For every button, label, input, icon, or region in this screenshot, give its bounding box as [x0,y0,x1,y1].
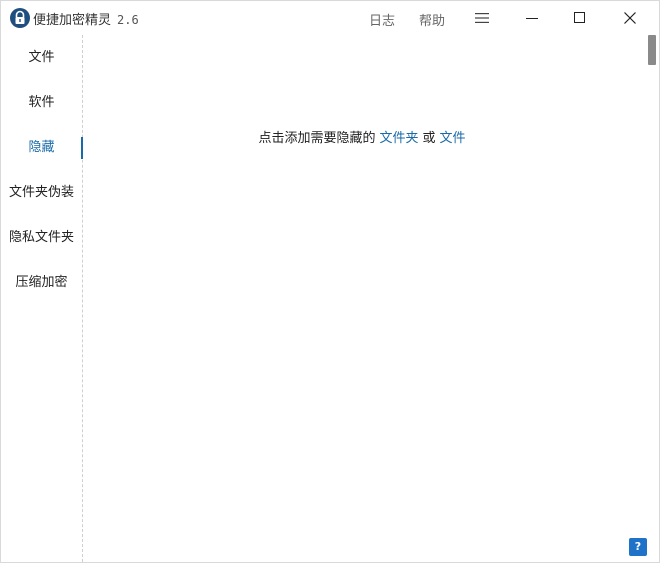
add-folder-link[interactable]: 文件夹 [379,131,418,146]
sidebar-item-folder-disguise[interactable]: 文件夹伪装 [1,180,82,206]
close-button[interactable] [607,1,653,35]
app-name: 便捷加密精灵 [33,13,112,28]
vertical-scrollbar[interactable] [646,35,658,562]
help-button[interactable]: 帮助 [419,10,445,29]
sidebar-item-hide[interactable]: 隐藏 [1,135,83,161]
title-bar: 便捷加密精灵 2.6 日志 帮助 [1,1,659,35]
help-badge[interactable]: ? [629,538,647,556]
close-icon [624,12,636,24]
minimize-icon [526,18,538,19]
lock-logo-icon [10,8,30,28]
app-version: 2.6 [117,13,139,27]
hint-or: 或 [422,131,436,146]
maximize-button[interactable] [557,1,603,35]
scroll-thumb[interactable] [648,35,656,65]
sidebar-nav: 文件 软件 隐藏 文件夹伪装 隐私文件夹 压缩加密 [1,35,83,562]
sidebar-item-private-folder[interactable]: 隐私文件夹 [1,225,82,251]
main-content: 点击添加需要隐藏的 文件夹或文件 [84,35,644,562]
minimize-button[interactable] [509,1,555,35]
app-window: 便捷加密精灵 2.6 日志 帮助 文件 软件 隐藏 文件夹伪装 隐私文件夹 压缩… [0,0,660,563]
menu-button[interactable] [459,1,505,35]
hamburger-icon [475,13,489,23]
log-button[interactable]: 日志 [369,10,395,29]
maximize-icon [574,12,585,23]
sidebar-item-software[interactable]: 软件 [1,90,82,116]
add-file-link[interactable]: 文件 [440,131,466,146]
app-title: 便捷加密精灵 2.6 [33,9,139,28]
sidebar-item-file[interactable]: 文件 [1,45,82,71]
hint-text: 点击添加需要隐藏的 [258,131,376,146]
add-hint: 点击添加需要隐藏的 文件夹或文件 [84,127,644,146]
sidebar-item-compress-encrypt[interactable]: 压缩加密 [1,270,82,296]
